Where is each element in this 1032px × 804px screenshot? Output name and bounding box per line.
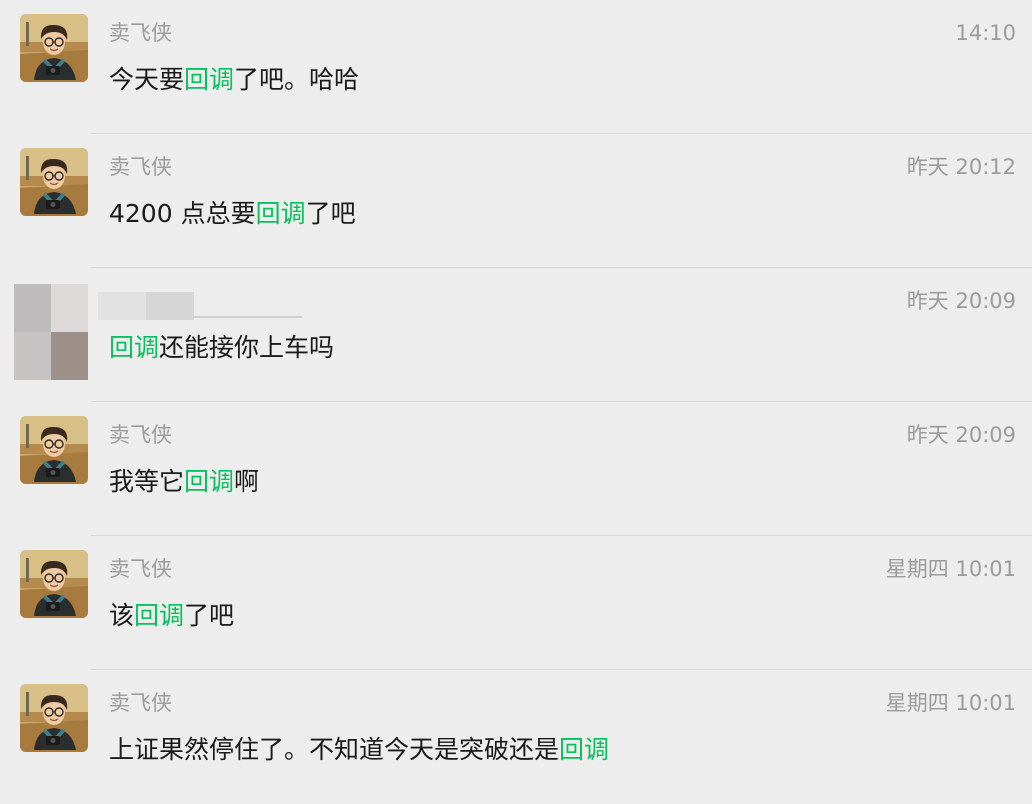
message-list: 卖飞侠 14:10 今天要回调了吧。哈哈 卖飞侠 昨天 20:12 4200 点… [0,0,1032,784]
sender-name: 卖飞侠 [109,155,172,179]
avatar[interactable] [20,148,88,216]
message-item[interactable]: 卖飞侠 昨天 20:12 4200 点总要回调了吧 [0,134,1032,268]
message-item[interactable]: 卖飞侠 14:10 今天要回调了吧。哈哈 [0,0,1032,134]
avatar-image [20,416,88,484]
avatar-blurred[interactable] [14,284,88,380]
message-text-segment: 了吧 [305,199,356,228]
avatar[interactable] [20,550,88,618]
message-time: 昨天 20:09 [906,423,1016,447]
message-time: 星期四 10:01 [885,691,1016,715]
avatar-image [20,14,88,82]
message-item[interactable]: 卖飞侠 昨天 20:09 我等它回调啊 [0,402,1032,536]
message-item[interactable]: 昨天 20:09 回调还能接你上车吗 [0,268,1032,402]
sender-name: 卖飞侠 [109,691,172,715]
message-text-segment: 啊 [234,467,260,496]
message-text[interactable]: 4200 点总要回调了吧 [109,197,356,231]
avatar-image [20,550,88,618]
keyword-highlight: 回调 [559,735,610,764]
message-text[interactable]: 该回调了吧 [109,599,234,633]
message-text-segment: 4200 点总要 [109,199,256,228]
keyword-highlight: 回调 [184,467,235,496]
message-text[interactable]: 上证果然停住了。不知道今天是突破还是回调 [109,733,609,767]
sender-name: 卖飞侠 [109,557,172,581]
avatar-image [20,684,88,752]
message-time: 14:10 [955,21,1016,45]
avatar[interactable] [20,684,88,752]
sender-name: 卖飞侠 [109,423,172,447]
message-time: 昨天 20:09 [906,289,1016,313]
message-text-segment: 该 [109,601,135,630]
message-text-segment: 还能接你上车吗 [159,333,335,362]
message-text-segment: 今天要 [109,65,185,94]
keyword-highlight: 回调 [184,65,235,94]
keyword-highlight: 回调 [134,601,185,630]
message-text[interactable]: 今天要回调了吧。哈哈 [109,63,359,97]
blurred-avatar-image [14,284,88,380]
message-time: 星期四 10:01 [885,557,1016,581]
keyword-highlight: 回调 [255,199,306,228]
message-text[interactable]: 回调还能接你上车吗 [109,331,334,365]
message-text-segment: 上证果然停住了。不知道今天是突破还是 [109,735,560,764]
avatar-image [20,148,88,216]
message-text-segment: 了吧。哈哈 [234,65,360,94]
message-item[interactable]: 卖飞侠 星期四 10:01 该回调了吧 [0,536,1032,670]
message-text-segment: 了吧 [184,601,235,630]
message-time: 昨天 20:12 [906,155,1016,179]
sender-name: 卖飞侠 [109,21,172,45]
message-text[interactable]: 我等它回调啊 [109,465,259,499]
keyword-highlight: 回调 [109,333,160,362]
avatar[interactable] [20,14,88,82]
message-text-segment: 我等它 [109,467,185,496]
sender-name-blurred [98,292,302,332]
avatar[interactable] [20,416,88,484]
